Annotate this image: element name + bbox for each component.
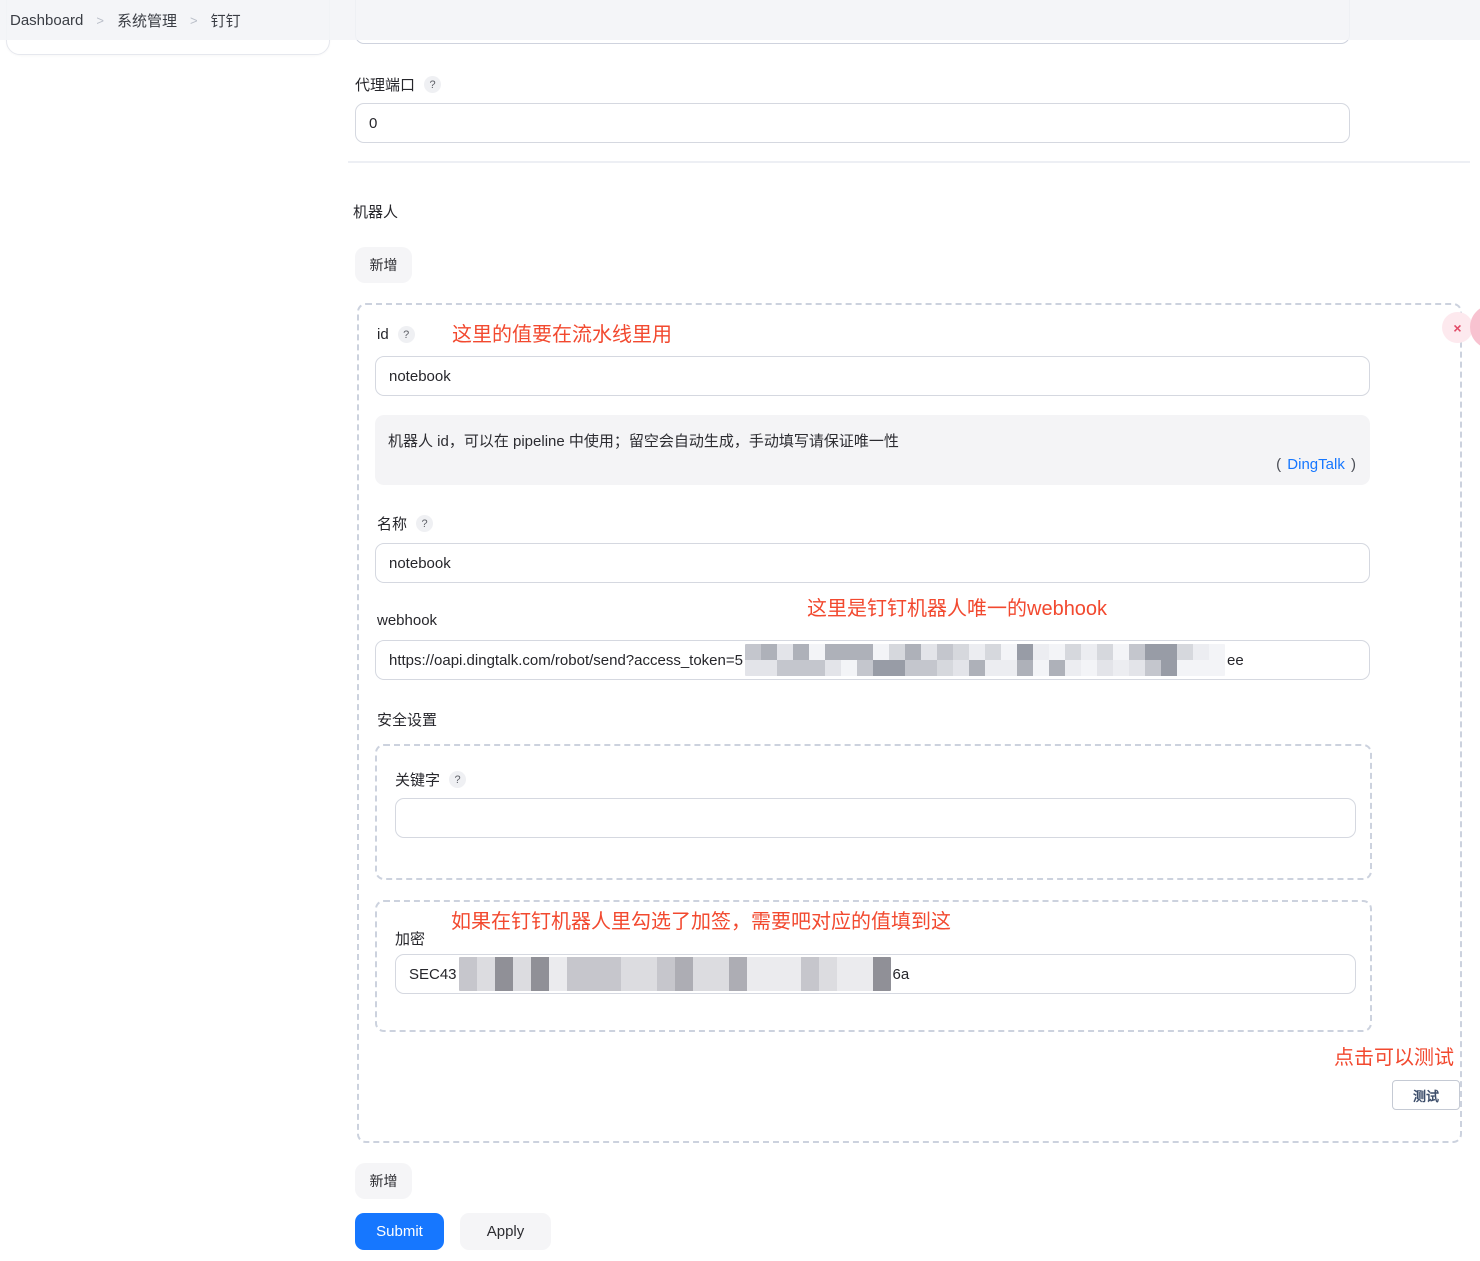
- proxy-port-label-row: 代理端口 ?: [355, 74, 441, 95]
- name-label-row: 名称 ?: [377, 513, 433, 534]
- webhook-label: webhook: [377, 612, 437, 629]
- keyword-input[interactable]: [395, 798, 1356, 838]
- keyword-label: 关键字: [395, 769, 440, 790]
- dingtalk-doc-link[interactable]: DingTalk: [1287, 456, 1345, 473]
- help-icon[interactable]: ?: [449, 771, 466, 788]
- encrypt-input[interactable]: SEC43 6a: [395, 954, 1356, 994]
- name-label: 名称: [377, 513, 407, 534]
- id-hint-box: 机器人 id，可以在 pipeline 中使用；留空会自动生成，手动填写请保证唯…: [375, 415, 1370, 485]
- annotation-encrypt-note: 如果在钉钉机器人里勾选了加签，需要吧对应的值填到这: [451, 905, 951, 934]
- annotation-test-note: 点击可以测试: [1334, 1041, 1454, 1070]
- partial-close-icon[interactable]: [1470, 305, 1480, 349]
- apply-button[interactable]: Apply: [460, 1213, 551, 1250]
- dingtalk-settings-page: Dashboard > 系统管理 > 钉钉 代理端口 ? 机器人 新增 id ?…: [0, 0, 1480, 1261]
- section-divider: [348, 161, 1470, 163]
- chevron-right-icon: >: [190, 13, 198, 28]
- id-hint-link-row: ( DingTalk ): [1276, 456, 1356, 473]
- breadcrumb-item-dashboard[interactable]: Dashboard: [10, 12, 83, 29]
- paren-close: ): [1351, 456, 1356, 473]
- redacted-secret-mosaic: [459, 957, 891, 991]
- encrypt-box: 如果在钉钉机器人里勾选了加签，需要吧对应的值填到这 加密 SEC43 6a: [375, 900, 1372, 1032]
- encrypt-value-prefix: SEC43: [409, 966, 457, 983]
- close-icon[interactable]: ×: [1442, 312, 1473, 343]
- id-hint-text: 机器人 id，可以在 pipeline 中使用；留空会自动生成，手动填写请保证唯…: [388, 430, 899, 451]
- encrypt-value-suffix: 6a: [893, 966, 910, 983]
- breadcrumb-item-dingtalk[interactable]: 钉钉: [211, 10, 241, 31]
- submit-button[interactable]: Submit: [355, 1213, 444, 1250]
- proxy-port-input[interactable]: [355, 103, 1350, 143]
- breadcrumb-item-system-management[interactable]: 系统管理: [117, 10, 177, 31]
- annotation-id-note: 这里的值要在流水线里用: [452, 318, 672, 347]
- add-robot-button-top[interactable]: 新增: [355, 247, 412, 283]
- webhook-input[interactable]: https://oapi.dingtalk.com/robot/send?acc…: [375, 640, 1370, 680]
- breadcrumb: Dashboard > 系统管理 > 钉钉: [0, 0, 1480, 40]
- id-label-row: id ?: [377, 326, 415, 343]
- id-label: id: [377, 326, 389, 343]
- robot-name-input[interactable]: [375, 543, 1370, 583]
- robot-card: id ? 这里的值要在流水线里用 机器人 id，可以在 pipeline 中使用…: [357, 303, 1462, 1143]
- robot-section-label: 机器人: [353, 201, 398, 222]
- keyword-label-row: 关键字 ?: [395, 769, 466, 790]
- webhook-value-prefix: https://oapi.dingtalk.com/robot/send?acc…: [389, 652, 743, 669]
- help-icon[interactable]: ?: [424, 76, 441, 93]
- paren-open: (: [1276, 456, 1281, 473]
- test-button[interactable]: 测试: [1392, 1080, 1460, 1110]
- keyword-box: 关键字 ?: [375, 744, 1372, 880]
- security-settings-label: 安全设置: [377, 709, 437, 730]
- help-icon[interactable]: ?: [416, 515, 433, 532]
- webhook-value-suffix: ee: [1227, 652, 1244, 669]
- encrypt-label: 加密: [395, 928, 425, 949]
- help-icon[interactable]: ?: [398, 326, 415, 343]
- chevron-right-icon: >: [96, 13, 104, 28]
- robot-id-input[interactable]: [375, 356, 1370, 396]
- add-robot-button-bottom[interactable]: 新增: [355, 1163, 412, 1199]
- redacted-token-mosaic: [745, 644, 1225, 676]
- proxy-port-label: 代理端口: [355, 74, 415, 95]
- annotation-webhook-note: 这里是钉钉机器人唯一的webhook: [807, 592, 1107, 621]
